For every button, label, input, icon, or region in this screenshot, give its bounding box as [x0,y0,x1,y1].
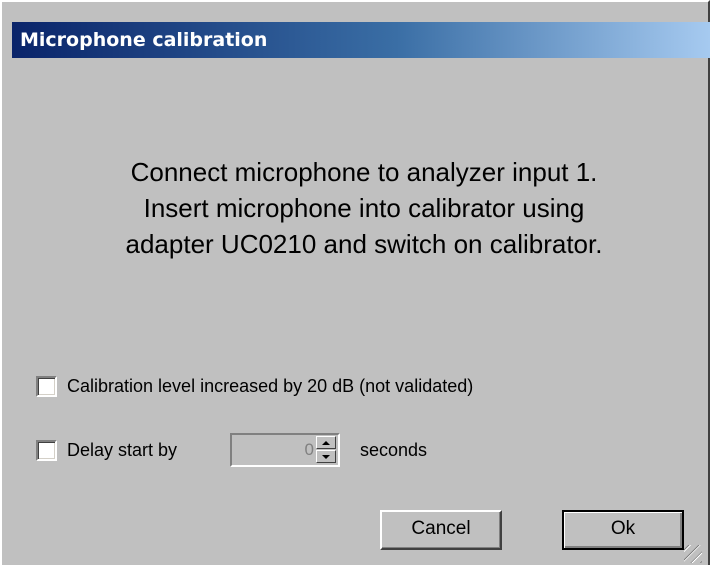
instruction-message: Connect microphone to analyzer input 1. … [22,154,706,262]
delay-unit-label: seconds [360,440,428,460]
instruction-line-1: Connect microphone to analyzer input 1. [130,157,598,187]
resize-grip-icon[interactable] [684,545,702,563]
calibration-dialog: Microphone calibration Connect microphon… [0,0,710,565]
arrow-up-icon[interactable] [316,436,336,449]
delay-seconds-value[interactable]: 0 [305,440,314,460]
instruction-line-3: adapter UC0210 and switch on calibrator. [125,229,603,259]
calibration-level-checkbox[interactable] [36,376,57,397]
delay-start-checkbox[interactable] [36,440,57,461]
window-title: Microphone calibration [12,22,710,58]
cancel-button[interactable]: Cancel [380,510,502,550]
delay-seconds-spinner[interactable]: 0 [230,433,340,467]
instruction-line-2: Insert microphone into calibrator using [143,193,585,223]
arrow-down-icon[interactable] [316,450,336,463]
delay-start-label: Delay start by [67,440,178,460]
calibration-level-label: Calibration level increased by 20 dB (no… [67,376,474,396]
delay-start-option[interactable]: Delay start by [36,440,177,461]
calibration-level-option[interactable]: Calibration level increased by 20 dB (no… [36,376,473,397]
ok-button[interactable]: Ok [562,510,684,550]
